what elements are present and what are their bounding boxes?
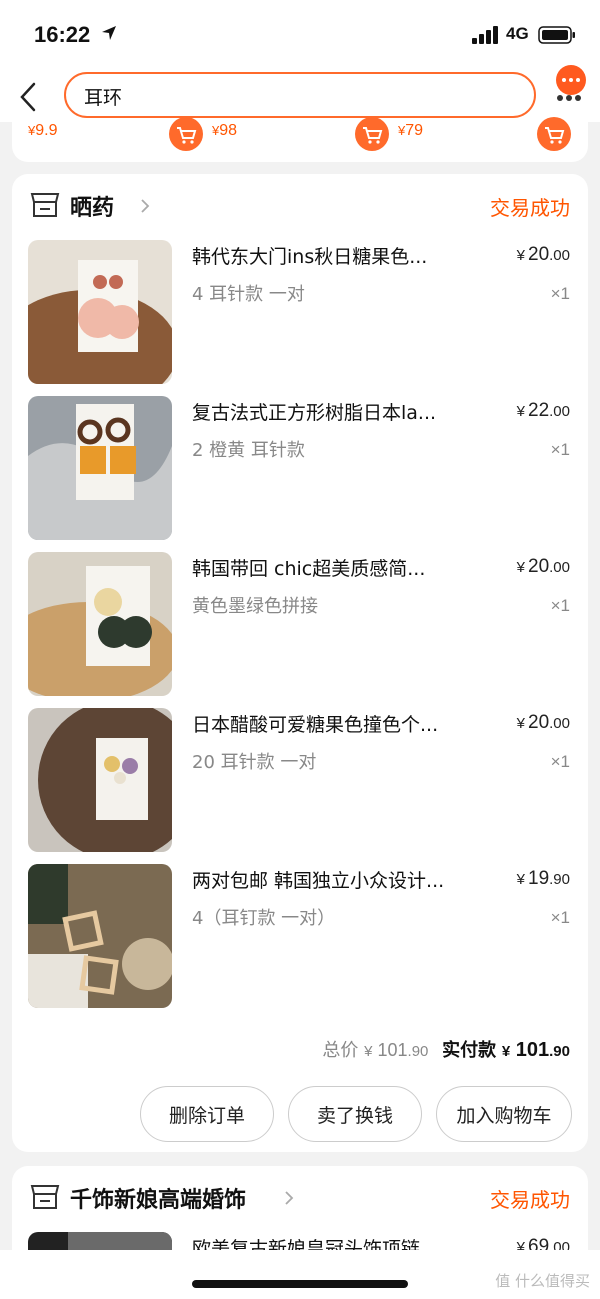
delete-order-button[interactable]: 删除订单 (140, 1086, 274, 1142)
signal-icon (472, 26, 498, 44)
order-status: 交易成功 (490, 1188, 570, 1212)
item-sku: 2 橙黄 耳针款 (192, 440, 305, 461)
back-icon[interactable] (16, 80, 40, 114)
search-box[interactable] (64, 72, 536, 118)
order-item[interactable]: 日本醋酸可爱糖果色撞色个... ¥20.00 20 耳针款 一对 ×1 (12, 708, 588, 854)
order-item[interactable]: 韩国带回 chic超美质感简... ¥20.00 黄色墨绿色拼接 ×1 (12, 552, 588, 698)
nav-bar (0, 65, 600, 122)
chevron-right-icon (285, 1191, 294, 1205)
watermark: 值 什么值得买 (495, 1272, 590, 1290)
cart-icon[interactable] (168, 116, 204, 152)
item-price: ¥19.90 (516, 868, 570, 889)
add-to-cart-button[interactable]: 加入购物车 (436, 1086, 572, 1142)
total-label: 总价 (322, 1040, 359, 1061)
item-qty: ×1 (550, 284, 570, 303)
cart-icon[interactable] (536, 116, 572, 152)
item-sku: 20 耳针款 一对 (192, 752, 317, 773)
status-bar: 16:22 4G (0, 0, 600, 70)
item-title[interactable]: 日本醋酸可爱糖果色撞色个... (192, 710, 492, 737)
item-qty: ×1 (550, 752, 570, 771)
chevron-right-icon (141, 199, 150, 213)
item-qty: ×1 (550, 908, 570, 927)
product-thumbnail[interactable] (28, 864, 172, 1008)
item-title[interactable]: 韩国带回 chic超美质感简... (192, 554, 492, 581)
item-price: ¥22.00 (516, 400, 570, 421)
order-total: 总价 ¥ 101.90 实付款 ¥ 101.90 (322, 1036, 570, 1062)
more-icon[interactable] (556, 94, 582, 102)
item-qty: ×1 (550, 596, 570, 615)
product-thumbnail[interactable] (28, 240, 172, 384)
recommend-price: ¥79 (398, 122, 424, 139)
shop-icon (30, 1185, 60, 1209)
item-price: ¥20.00 (516, 556, 570, 577)
order-item[interactable]: 两对包邮 韩国独立小众设计... ¥19.90 4（耳钉款 一对） ×1 (12, 864, 588, 1010)
home-indicator-area: 值 什么值得买 (0, 1250, 600, 1299)
shop-name[interactable]: 晒药 (70, 190, 114, 222)
item-qty: ×1 (550, 440, 570, 459)
product-thumbnail[interactable] (28, 708, 172, 852)
status-time: 16:22 (34, 22, 91, 47)
recommend-price: ¥9.9 (28, 122, 58, 139)
search-input[interactable] (84, 82, 514, 110)
item-price: ¥20.00 (516, 244, 570, 265)
network-type: 4G (506, 24, 529, 43)
order-item[interactable]: 复古法式正方形树脂日本la... ¥22.00 2 橙黄 耳针款 ×1 (12, 396, 588, 542)
home-indicator[interactable] (192, 1280, 408, 1288)
product-thumbnail[interactable] (28, 396, 172, 540)
item-sku: 4（耳钉款 一对） (192, 908, 336, 929)
item-title[interactable]: 两对包邮 韩国独立小众设计... (192, 866, 492, 893)
item-title[interactable]: 复古法式正方形树脂日本la... (192, 398, 492, 425)
item-price: ¥20.00 (516, 712, 570, 733)
total-amount: ¥ 101.90 (364, 1040, 429, 1060)
order-item[interactable]: 韩代东大门ins秋日糖果色... ¥20.00 4 耳针款 一对 ×1 (12, 240, 588, 386)
paid-amount: ¥ 101.90 (501, 1039, 570, 1061)
product-thumbnail[interactable] (28, 552, 172, 696)
paid-label: 实付款 (442, 1040, 497, 1061)
battery-icon (538, 26, 575, 44)
resell-button[interactable]: 卖了换钱 (288, 1086, 422, 1142)
recommend-card-partial: ¥9.9 ¥98 ¥79 (12, 117, 588, 162)
cart-icon[interactable] (354, 116, 390, 152)
shop-header[interactable]: 晒药 交易成功 (12, 174, 588, 238)
item-title[interactable]: 韩代东大门ins秋日糖果色... (192, 242, 492, 269)
location-arrow-icon (102, 26, 116, 40)
shop-header[interactable]: 千饰新娘高端婚饰 交易成功 (12, 1166, 588, 1230)
item-sku: 黄色墨绿色拼接 (192, 596, 318, 617)
recommend-price: ¥98 (212, 122, 238, 139)
item-sku: 4 耳针款 一对 (192, 284, 305, 305)
order-status: 交易成功 (490, 196, 570, 220)
order-card[interactable]: 晒药 交易成功 韩代东大门ins秋日糖果色... ¥20.00 4 耳针款 一对… (12, 174, 588, 1152)
shop-icon (30, 193, 60, 217)
shop-name[interactable]: 千饰新娘高端婚饰 (70, 1182, 246, 1214)
